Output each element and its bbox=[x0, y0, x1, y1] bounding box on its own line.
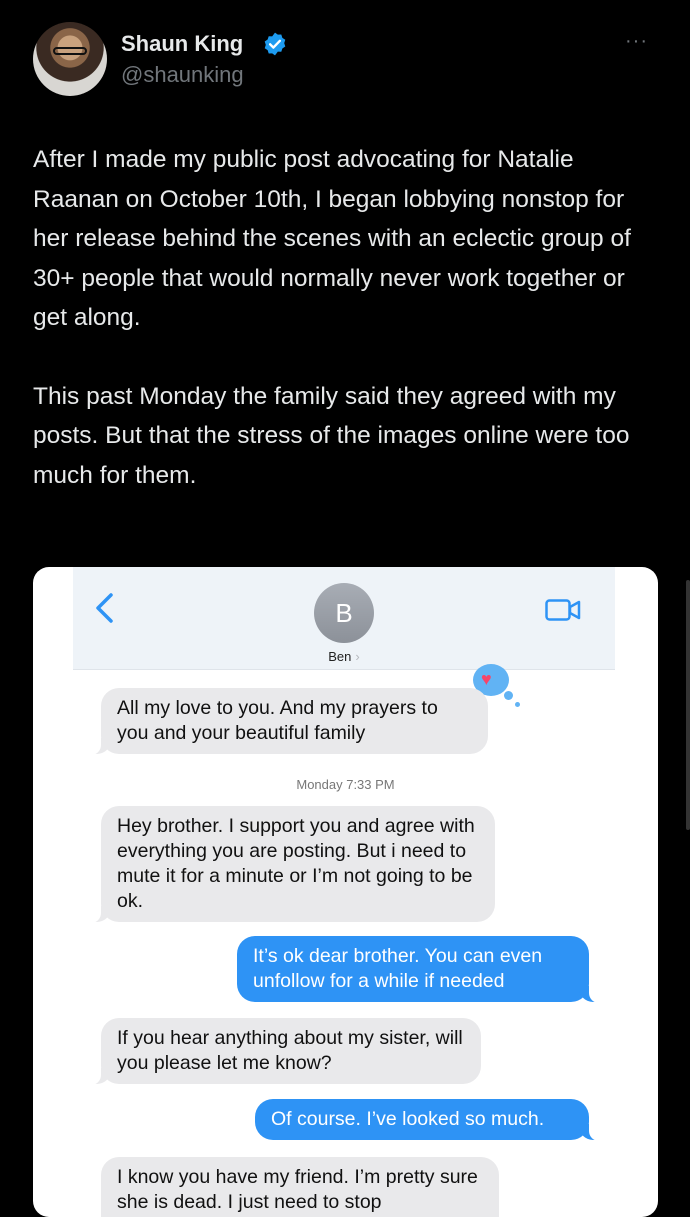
message-text: Of course. I’ve looked so much. bbox=[271, 1108, 545, 1130]
video-call-icon bbox=[545, 599, 581, 621]
verified-badge-icon bbox=[264, 32, 286, 56]
tweet: Shaun King @shaunking ··· After I made m… bbox=[0, 0, 690, 1217]
message-text: It’s ok dear brother. You can even unfol… bbox=[253, 945, 543, 992]
tweet-paragraph-1: After I made my public post advocating f… bbox=[33, 146, 631, 331]
message-bubble-incoming: Hey brother. I support you and agree wit… bbox=[89, 806, 495, 923]
tweet-text: After I made my public post advocating f… bbox=[33, 140, 653, 534]
message-text: All my love to you. And my prayers to yo… bbox=[117, 697, 438, 744]
tweet-paragraph-2: This past Monday the family said they ag… bbox=[33, 382, 630, 489]
message-text: Hey brother. I support you and agree wit… bbox=[117, 815, 475, 912]
message-bubble-incoming: All my love to you. And my prayers to yo… bbox=[89, 688, 488, 755]
imessage-header: B Ben › bbox=[73, 567, 615, 670]
message-text: I know you have my friend. I’m pretty su… bbox=[117, 1166, 478, 1213]
scrollbar[interactable] bbox=[686, 580, 690, 830]
message-timestamp: Monday 7:33 PM bbox=[296, 777, 395, 792]
author-avatar[interactable] bbox=[33, 22, 107, 96]
message-bubble-incoming: If you hear anything about my sister, wi… bbox=[89, 1018, 481, 1085]
imessage-screenshot[interactable]: B Ben › ♥ All my love to you. And my pray… bbox=[33, 567, 658, 1217]
message-text: If you hear anything about my sister, wi… bbox=[117, 1027, 463, 1074]
avatar-glasses bbox=[53, 47, 87, 55]
author-name[interactable]: Shaun King bbox=[121, 31, 243, 57]
author-handle[interactable]: @shaunking bbox=[121, 62, 244, 88]
message-bubble-incoming: I know you have my friend. I’m pretty su… bbox=[101, 1157, 499, 1217]
back-chevron-icon bbox=[96, 593, 113, 623]
more-options-icon[interactable]: ··· bbox=[625, 30, 648, 53]
contact-avatar: B bbox=[314, 583, 374, 643]
message-bubble-outgoing: It’s ok dear brother. You can even unfol… bbox=[237, 936, 601, 1003]
heart-icon: ♥ bbox=[481, 669, 492, 689]
contact-chevron-icon: › bbox=[355, 649, 360, 664]
message-bubble-outgoing: Of course. I’ve looked so much. bbox=[255, 1099, 601, 1141]
contact-name: Ben bbox=[328, 649, 352, 664]
contact-name-row: Ben › bbox=[73, 649, 615, 664]
